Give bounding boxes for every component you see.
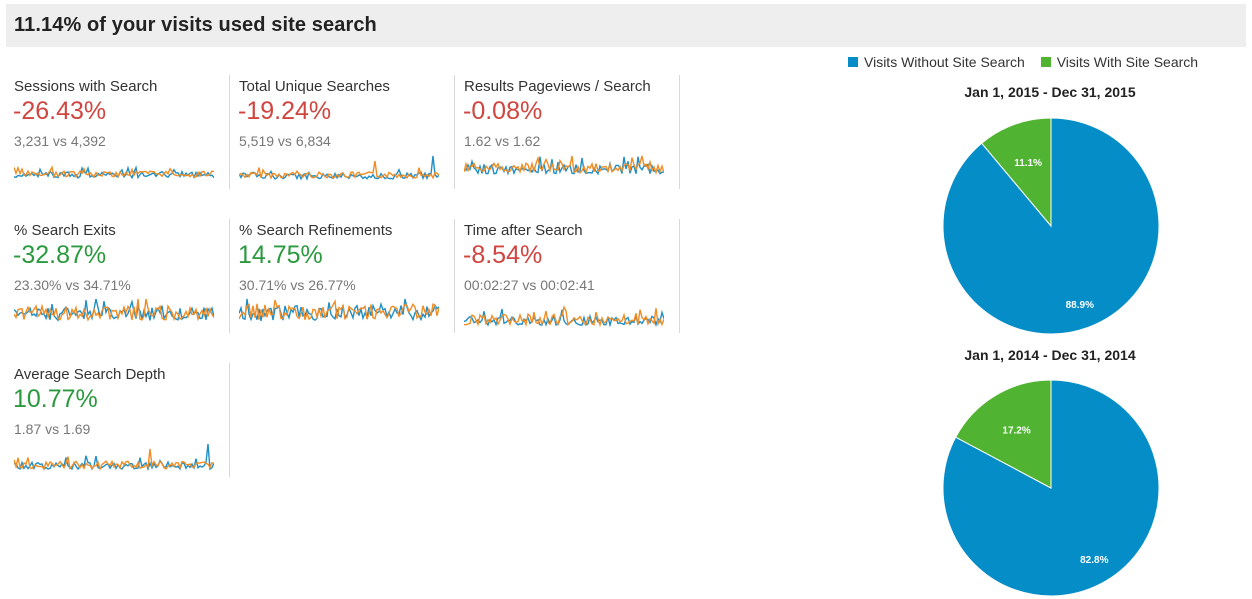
- pie-title-2015: Jan 1, 2015 - Dec 31, 2015: [964, 84, 1136, 100]
- metric-change: -26.43%: [13, 97, 107, 125]
- metric-comparison: 1.62 vs 1.62: [464, 133, 541, 149]
- metric-label: % Search Exits: [14, 222, 116, 239]
- legend-item-visits-with-search[interactable]: Visits With Site Search: [1040, 54, 1199, 70]
- sparkline: [464, 305, 664, 327]
- metric-comparison: 3,231 vs 4,392: [14, 133, 106, 149]
- sparkline-previous: [14, 298, 214, 322]
- legend-item-visits-without-search[interactable]: Visits Without Site Search: [848, 54, 1025, 70]
- metric-search-refinements[interactable]: % Search Refinements 14.75% 30.71% vs 26…: [230, 219, 455, 333]
- metric-label: Time after Search: [464, 222, 583, 239]
- pie-slice-label: 11.1%: [1014, 158, 1042, 169]
- pie-slice-label: 17.2%: [1002, 426, 1030, 437]
- pie-chart-2015: 88.9% 11.1%: [942, 117, 1160, 335]
- metric-sessions-with-search[interactable]: Sessions with Search -26.43% 3,231 vs 4,…: [5, 75, 230, 189]
- sparkline: [14, 165, 214, 180]
- metric-total-unique-searches[interactable]: Total Unique Searches -19.24% 5,519 vs 6…: [230, 75, 455, 189]
- metric-change: -19.24%: [238, 97, 332, 125]
- sparkline: [464, 155, 664, 176]
- metric-change: -0.08%: [463, 97, 543, 125]
- pie-slice-label: 88.9%: [1066, 300, 1094, 311]
- metric-results-pageviews-per-search[interactable]: Results Pageviews / Search -0.08% 1.62 v…: [455, 75, 680, 189]
- metric-change: -8.54%: [463, 241, 543, 269]
- sparkline: [14, 443, 214, 471]
- chart-legend: Visits Without Site Search Visits With S…: [848, 54, 1210, 72]
- metric-label: Average Search Depth: [14, 366, 166, 383]
- metric-time-after-search[interactable]: Time after Search -8.54% 00:02:27 vs 00:…: [455, 219, 680, 333]
- sparkline: [239, 298, 439, 322]
- metric-label: % Search Refinements: [239, 222, 393, 239]
- sparkline-current: [239, 299, 439, 321]
- sparkline: [14, 298, 214, 322]
- sparkline-previous: [464, 308, 664, 327]
- metric-comparison: 23.30% vs 34.71%: [14, 277, 131, 293]
- legend-swatch-green: [1040, 57, 1051, 67]
- metric-search-exits[interactable]: % Search Exits -32.87% 23.30% vs 34.71%: [5, 219, 230, 333]
- metric-change: 14.75%: [238, 241, 323, 269]
- metric-comparison: 5,519 vs 6,834: [239, 133, 331, 149]
- metric-label: Total Unique Searches: [239, 78, 390, 95]
- page-title: 11.14% of your visits used site search: [14, 14, 377, 36]
- header-bar: 11.14% of your visits used site search: [6, 4, 1246, 47]
- sparkline: [239, 155, 439, 181]
- metric-label: Results Pageviews / Search: [464, 78, 651, 95]
- legend-label: Visits Without Site Search: [864, 54, 1025, 70]
- metric-comparison: 30.71% vs 26.77%: [239, 277, 356, 293]
- sparkline-current: [14, 448, 214, 471]
- pie-chart-2014: 82.8% 17.2%: [942, 379, 1160, 597]
- metric-comparison: 00:02:27 vs 00:02:41: [464, 277, 595, 293]
- metric-change: -32.87%: [13, 241, 107, 269]
- legend-label: Visits With Site Search: [1056, 54, 1199, 70]
- metric-change: 10.77%: [13, 385, 98, 413]
- legend-swatch-blue: [848, 57, 858, 67]
- metric-comparison: 1.87 vs 1.69: [14, 421, 91, 437]
- metric-average-search-depth[interactable]: Average Search Depth 10.77% 1.87 vs 1.69: [5, 363, 230, 477]
- pie-title-2014: Jan 1, 2014 - Dec 31, 2014: [964, 347, 1136, 363]
- pie-slice-label: 82.8%: [1080, 555, 1108, 566]
- metric-label: Sessions with Search: [14, 78, 158, 95]
